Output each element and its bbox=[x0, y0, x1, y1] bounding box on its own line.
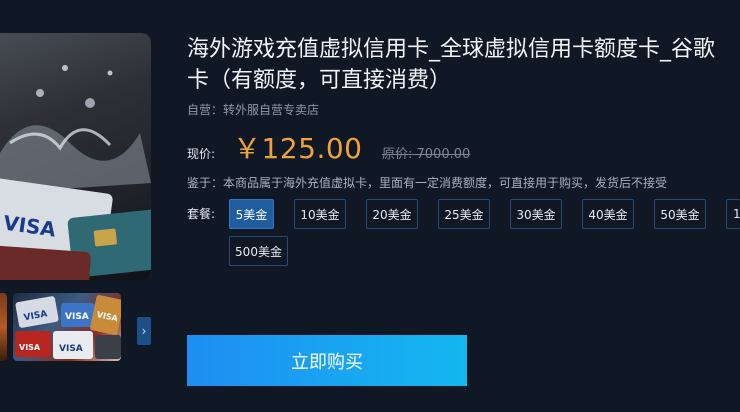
svg-text:VISA: VISA bbox=[19, 343, 41, 352]
package-option-25[interactable]: 25美金 bbox=[438, 199, 490, 229]
product-title-line2: 卡（有额度，可直接消费） bbox=[187, 68, 452, 93]
package-option-20[interactable]: 20美金 bbox=[366, 199, 418, 229]
product-title-line1: 海外游戏充值虚拟信用卡_全球虚拟信用卡额度卡_谷歌 bbox=[187, 37, 716, 62]
package-option-30[interactable]: 30美金 bbox=[510, 199, 562, 229]
package-label: 套餐: bbox=[187, 207, 216, 221]
thumbnail-2[interactable]: VISA VISA VISA VISA VISA bbox=[13, 293, 121, 361]
shop-name[interactable]: 自营：转外服自营专卖店 bbox=[187, 101, 319, 118]
product-main-image[interactable]: VISA bbox=[0, 33, 151, 280]
original-price: 原价: 7000.00 bbox=[382, 147, 471, 162]
chevron-right-icon[interactable]: › bbox=[137, 317, 151, 345]
svg-text:VISA: VISA bbox=[59, 344, 83, 354]
package-option-500[interactable]: 500美金 bbox=[229, 236, 288, 266]
buy-now-button[interactable]: 立即购买 bbox=[187, 335, 467, 386]
package-option-10[interactable]: 10美金 bbox=[294, 199, 346, 229]
svg-text:VISA: VISA bbox=[65, 312, 89, 322]
thumbnail-1[interactable] bbox=[0, 293, 7, 361]
package-option-50[interactable]: 50美金 bbox=[654, 199, 706, 229]
package-option-40[interactable]: 40美金 bbox=[582, 199, 634, 229]
price-label: 现价: bbox=[187, 147, 216, 161]
product-description: 鉴于：本商品属于海外充值虚拟卡，里面有一定消费额度，可直接用于购买，发货后不接受 bbox=[187, 176, 668, 190]
current-price: ￥125.00 bbox=[233, 132, 363, 165]
product-title: 海外游戏充值虚拟信用卡_全球虚拟信用卡额度卡_谷歌 卡（有额度，可直接消费） bbox=[187, 34, 740, 96]
package-option-5[interactable]: 5美金 bbox=[229, 199, 274, 229]
package-option-partial[interactable]: 1 bbox=[726, 199, 740, 229]
